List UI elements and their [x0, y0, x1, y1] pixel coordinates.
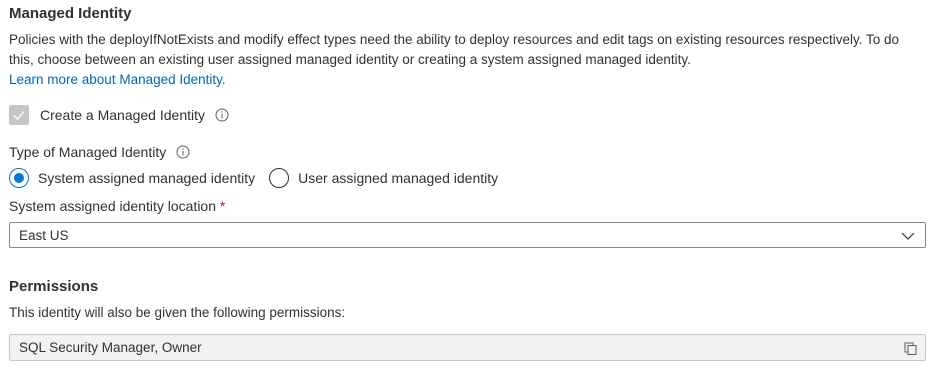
description-text: Policies with the deployIfNotExists and … [9, 32, 899, 67]
location-dropdown-value: East US [19, 227, 69, 243]
permissions-readonly-field: SQL Security Manager, Owner [9, 334, 926, 361]
permissions-description: This identity will also be given the fol… [9, 305, 346, 320]
radio-system-assigned[interactable]: System assigned managed identity [9, 168, 255, 188]
chevron-down-icon [901, 232, 915, 240]
identity-type-label-row: Type of Managed Identity [9, 144, 190, 160]
identity-type-label: Type of Managed Identity [9, 144, 167, 160]
managed-identity-page: Managed Identity Policies with the deplo… [0, 0, 930, 367]
permissions-value: SQL Security Manager, Owner [19, 340, 202, 355]
create-managed-identity-checkbox[interactable] [9, 105, 29, 125]
managed-identity-title: Managed Identity [9, 5, 132, 22]
info-icon[interactable] [215, 108, 229, 122]
required-marker: * [219, 198, 226, 214]
location-dropdown[interactable]: East US [9, 222, 926, 248]
create-managed-identity-row: Create a Managed Identity [9, 104, 229, 126]
info-icon[interactable] [176, 145, 190, 159]
radio-button[interactable] [269, 168, 290, 188]
managed-identity-description: Policies with the deployIfNotExists and … [9, 30, 909, 90]
radio-user-assigned[interactable]: User assigned managed identity [269, 168, 498, 188]
radio-button-selected[interactable] [9, 168, 29, 188]
create-managed-identity-label: Create a Managed Identity [40, 107, 205, 123]
location-label: System assigned identity location [9, 198, 216, 214]
permissions-title: Permissions [9, 278, 99, 295]
identity-type-radio-group: System assigned managed identity User as… [9, 167, 512, 189]
copy-icon[interactable] [904, 342, 917, 355]
radio-system-assigned-label: System assigned managed identity [38, 170, 256, 186]
learn-more-link[interactable]: Learn more about Managed Identity. [9, 72, 226, 87]
location-label-row: System assigned identity location * [9, 198, 225, 214]
checkmark-icon [13, 111, 25, 120]
radio-user-assigned-label: User assigned managed identity [298, 170, 499, 186]
